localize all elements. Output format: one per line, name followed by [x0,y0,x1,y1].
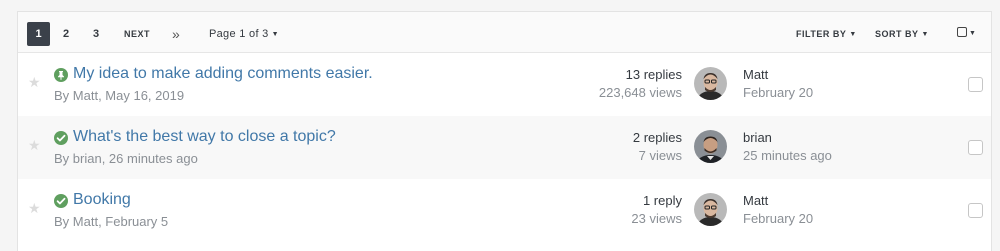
topic-meta: By Matt, May 16, 2019 [54,88,185,103]
last-poster-link[interactable]: brian [743,129,832,147]
topic-stats: 2 replies 7 views [633,129,682,165]
reply-count: 1 reply [642,193,682,208]
view-count: 7 views [638,148,682,163]
avatar[interactable] [694,130,727,163]
row-select-checkbox[interactable] [968,140,983,155]
topic-meta: By Matt, February 5 [54,214,169,229]
star-icon[interactable]: ★ [28,201,41,215]
last-post-info: Matt February 20 [743,66,813,102]
reply-count: 2 replies [632,130,682,145]
topic-title-link[interactable]: My idea to make adding comments easier. [73,64,373,84]
topic-row: ★ My idea to make adding comments easier… [18,53,991,116]
solved-check-icon [54,131,68,145]
topic-stats: 1 reply 23 views [631,192,682,228]
last-post-time[interactable]: February 20 [743,210,813,228]
topic-list-panel: 1 2 3 NEXT » Page 1 of 3 ▼ FILTER BY ▼ SOR… [17,11,992,251]
page-button-current[interactable]: 1 [27,22,50,46]
topic-row: ★ What's the best way to close a topic? … [18,116,991,179]
filter-by-label: FILTER BY [796,29,847,39]
reply-count: 13 replies [625,67,682,82]
select-all-checkbox[interactable] [957,27,967,37]
next-page-button[interactable]: NEXT [124,22,150,46]
page-button-2[interactable]: 2 [63,22,69,46]
double-chevron-right-icon[interactable]: » [172,22,180,46]
topic-meta: By brian, 26 minutes ago [54,151,198,166]
last-post-time[interactable]: February 20 [743,84,813,102]
avatar[interactable] [694,67,727,100]
sort-by-button[interactable]: SORT BY ▼ [875,22,929,46]
row-select-checkbox[interactable] [968,203,983,218]
pin-icon [54,68,68,82]
last-poster-link[interactable]: Matt [743,192,813,210]
caret-down-icon: ▼ [921,31,929,38]
star-icon[interactable]: ★ [28,75,41,89]
caret-down-icon: ▼ [849,31,857,38]
page-jump-dropdown[interactable]: Page 1 of 3 ▼ [209,22,279,46]
last-poster-link[interactable]: Matt [743,66,813,84]
page-info-label: Page 1 of 3 [209,28,269,40]
topic-title-link[interactable]: What's the best way to close a topic? [73,127,336,147]
star-icon[interactable]: ★ [28,138,41,152]
filter-by-button[interactable]: FILTER BY ▼ [796,22,857,46]
avatar[interactable] [694,193,727,226]
solved-check-icon [54,194,68,208]
topic-list-toolbar: 1 2 3 NEXT » Page 1 of 3 ▼ FILTER BY ▼ SOR… [18,12,991,53]
view-count: 223,648 views [598,85,682,100]
page-button-3[interactable]: 3 [93,22,99,46]
last-post-time[interactable]: 25 minutes ago [743,147,832,165]
last-post-info: brian 25 minutes ago [743,129,832,165]
topic-row: ★ Booking By Matt, February 5 1 reply 23… [18,179,991,242]
checkbox-dropdown-icon[interactable]: ▼ [969,22,976,46]
sort-by-label: SORT BY [875,29,919,39]
last-post-info: Matt February 20 [743,192,813,228]
topic-stats: 13 replies 223,648 views [599,66,682,102]
topic-title-link[interactable]: Booking [73,190,131,210]
view-count: 23 views [631,211,682,226]
row-select-checkbox[interactable] [968,77,983,92]
caret-down-icon: ▼ [271,31,279,38]
